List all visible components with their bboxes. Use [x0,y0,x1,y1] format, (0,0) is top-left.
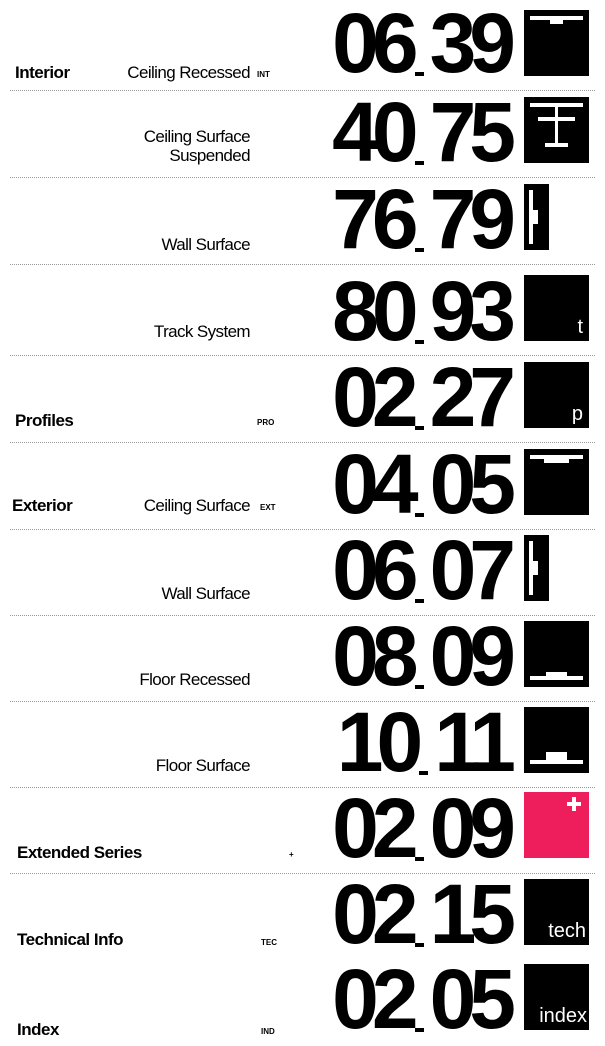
page-end: 93 [429,264,516,358]
page-range: 02 15 [332,872,516,956]
page-start: 02 [332,867,418,961]
section-code: TEC [261,938,277,947]
index-icon: index [524,964,589,1030]
page-start: 06 [332,0,418,90]
toc-row-ceiling-surface-suspended[interactable]: Ceiling Surface Suspended 40 75 [0,90,605,177]
page-end: 11 [434,695,516,789]
page-range: 02 27 [332,355,516,439]
page-range: 06 39 [332,1,516,85]
subcategory-label: Floor Recessed [139,670,250,689]
toc-row-track-system[interactable]: Track System 80 93 t [0,265,605,355]
subcategory-label: Floor Surface [155,756,251,775]
page-start: 10 [336,695,423,789]
page-end: 27 [429,350,516,444]
section-code: IND [261,1027,275,1036]
ceiling-surface-icon [524,449,589,515]
track-icon: t [524,275,589,341]
subcategory-label: Track System [153,322,251,341]
subcategory-label: Ceiling Surface Suspended [143,127,251,165]
subcategory-label: Ceiling Recessed [127,63,250,82]
page-range: 06 07 [332,528,516,612]
category-label: Profiles [15,411,74,430]
toc-row-wall-surface[interactable]: Wall Surface 76 79 [0,177,605,264]
toc-row-exterior-wall-surface[interactable]: Wall Surface 06 07 [0,528,605,615]
page-start: 02 [332,781,418,875]
floor-surface-icon [524,707,589,773]
profile-icon: p [524,362,589,428]
page-end: 75 [429,85,516,179]
toc-row-extended-series[interactable]: Extended Series + 02 09 [0,786,605,873]
page-end: 39 [429,0,516,90]
toc-row-interior-ceiling-recessed[interactable]: Interior Ceiling Recessed INT 06 39 [0,0,605,90]
page-start: 02 [332,350,418,444]
page-start: 02 [332,952,418,1046]
page-range: 10 11 [337,700,516,784]
subcategory-label: Wall Surface [161,235,250,254]
toc-row-index[interactable]: Index IND 02 05 index [0,954,605,1041]
category-label: Technical Info [17,930,124,949]
ceiling-recessed-icon [524,10,589,76]
box-text: index [539,1005,587,1027]
section-code: INT [257,70,270,79]
page-start: 06 [332,523,418,617]
page-start: 80 [332,264,418,358]
page-range: 40 75 [332,90,516,174]
page-range: 08 09 [332,614,516,698]
category-label: Interior [15,63,70,82]
page-range: 02 09 [332,786,516,870]
category-label: Extended Series [17,843,142,862]
plus-icon [524,792,589,858]
category-label: Index [17,1020,59,1039]
page-start: 08 [332,609,418,703]
section-code: + [289,850,294,859]
toc-row-exterior-ceiling-surface[interactable]: Exterior Ceiling Surface EXT 04 05 [0,442,605,529]
tech-icon: tech [524,879,589,945]
page-range: 76 79 [332,177,516,261]
page-end: 09 [429,609,516,703]
category-label: Exterior [12,496,73,515]
page-end: 05 [429,437,516,531]
page-end: 07 [429,523,516,617]
subcategory-label: Ceiling Surface [143,496,251,515]
page-start: 04 [332,437,418,531]
toc-row-floor-recessed[interactable]: Floor Recessed 08 09 [0,614,605,701]
box-text: tech [548,920,586,942]
toc-row-technical-info[interactable]: Technical Info TEC 02 15 tech [0,872,605,956]
page-range: 02 05 [332,957,516,1041]
page-range: 80 93 [332,269,516,353]
subcategory-label: Wall Surface [161,584,250,603]
box-text: p [571,403,583,425]
section-code: EXT [260,503,276,512]
toc-row-profiles[interactable]: Profiles PRO 02 27 p [0,355,605,442]
page-range: 04 05 [332,442,516,526]
page-start: 40 [332,85,418,179]
page-end: 79 [429,172,516,266]
page-start: 76 [332,172,418,266]
section-code: PRO [257,418,275,427]
page-end: 15 [429,867,516,961]
ceiling-suspended-icon [524,97,589,163]
wall-surface-icon [524,535,549,601]
box-text: t [577,316,583,338]
floor-recessed-icon [524,621,589,687]
page-end: 09 [429,781,516,875]
page-end: 05 [429,952,516,1046]
toc-row-floor-surface[interactable]: Floor Surface 10 11 [0,700,605,787]
wall-surface-icon [524,184,549,250]
